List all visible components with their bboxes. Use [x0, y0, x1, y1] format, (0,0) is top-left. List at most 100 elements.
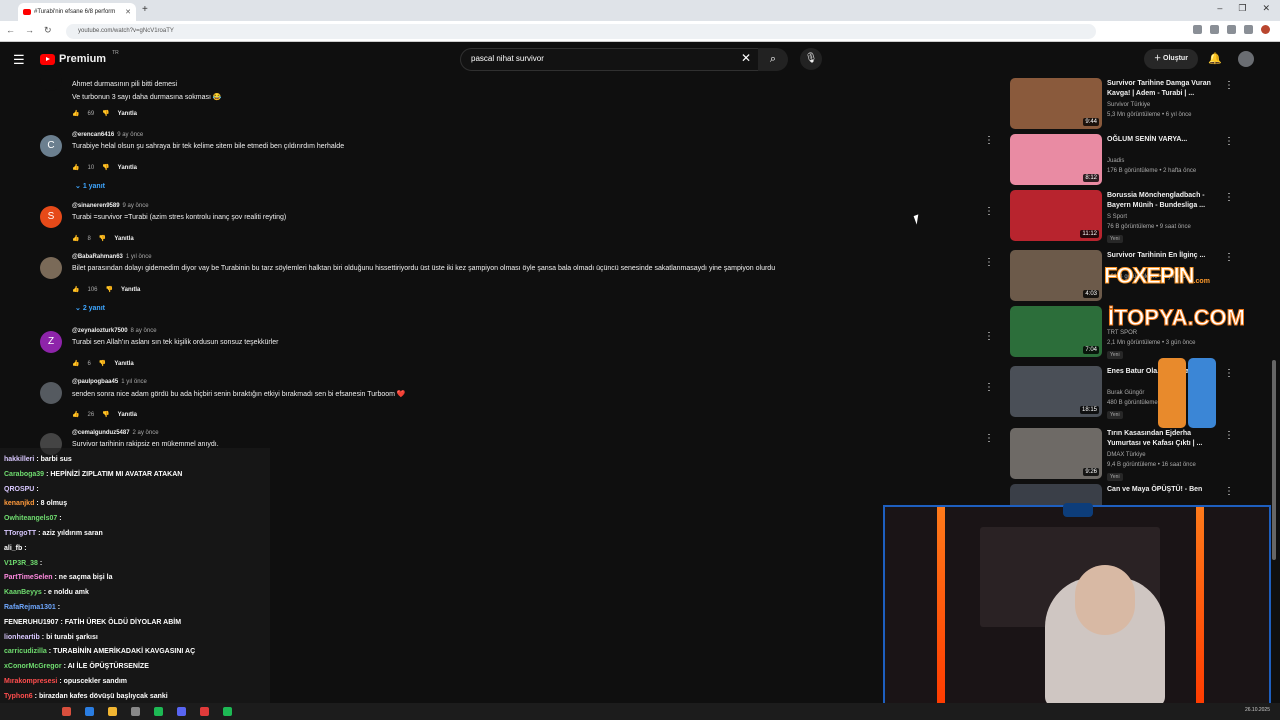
chat-username[interactable]: QROSPU	[4, 486, 34, 493]
back-icon[interactable]: ←	[6, 25, 15, 36]
scrollbar[interactable]	[1272, 360, 1276, 560]
more-options-icon[interactable]: ⋮	[984, 382, 994, 393]
comment-avatar[interactable]: S	[40, 206, 62, 228]
more-options-icon[interactable]: ⋮	[984, 135, 994, 146]
chat-username[interactable]: xConorMcGregor	[4, 663, 62, 670]
video-options-icon[interactable]: ⋮	[1224, 192, 1234, 203]
video-options-icon[interactable]: ⋮	[1224, 368, 1234, 379]
app-icon[interactable]	[131, 707, 140, 716]
app-icon[interactable]	[177, 707, 186, 716]
chat-username[interactable]: kenanjkd	[4, 500, 34, 507]
comment-time[interactable]: 2 ay önce	[133, 430, 159, 436]
profile-icon[interactable]	[1261, 25, 1270, 34]
more-options-icon[interactable]: ⋮	[984, 331, 994, 342]
comment-time[interactable]: 9 ay önce	[117, 132, 143, 138]
comment-author[interactable]: @paulpogbaa45	[72, 379, 118, 385]
reply-button[interactable]: Yanıtla	[121, 287, 140, 293]
forward-icon[interactable]: →	[25, 25, 34, 36]
notifications-bell-icon[interactable]: 🔔	[1208, 52, 1222, 65]
chat-username[interactable]: Mırakompresesi	[4, 678, 57, 685]
app-icon[interactable]	[223, 707, 232, 716]
extension-icon[interactable]	[1193, 25, 1202, 34]
close-tab-icon[interactable]: ✕	[125, 8, 131, 16]
comment-author[interactable]: @BabaRahman63	[72, 254, 123, 260]
video-thumbnail[interactable]: 8:12	[1010, 134, 1102, 185]
video-channel[interactable]: Survivor Türkiye	[1107, 102, 1150, 108]
chat-username[interactable]: TTorgoTT	[4, 530, 36, 537]
video-title[interactable]: Survivor Tarihine Damga Vuran Kavga! | A…	[1107, 79, 1217, 99]
reply-button[interactable]: Yanıtla	[114, 361, 133, 367]
new-tab-icon[interactable]: +	[142, 4, 148, 15]
app-icon[interactable]	[108, 707, 117, 716]
maximize-icon[interactable]: ❐	[1238, 3, 1246, 14]
account-avatar[interactable]	[1238, 51, 1254, 67]
comment-time[interactable]: 8 ay önce	[131, 328, 157, 334]
reply-button[interactable]: Yanıtla	[114, 236, 133, 242]
comment-avatar[interactable]: C	[40, 135, 62, 157]
app-icon[interactable]	[62, 707, 71, 716]
chat-username[interactable]: PartTimeSelen	[4, 574, 53, 581]
extension-icon[interactable]	[1227, 25, 1236, 34]
chat-username[interactable]: hakkilleri	[4, 456, 34, 463]
like-icon[interactable]: 👍	[72, 411, 79, 418]
close-window-icon[interactable]: ✕	[1262, 3, 1270, 14]
video-card[interactable]: 11:12 Borussia Mönchengladbach - Bayern M…	[1010, 190, 1240, 243]
like-icon[interactable]: 👍	[72, 360, 79, 367]
comment-time[interactable]: 9 ay önce	[123, 203, 149, 209]
comment-avatar[interactable]	[40, 69, 62, 91]
youtube-logo[interactable]: Premium TR	[40, 50, 119, 65]
dislike-icon[interactable]: 👎	[99, 360, 106, 367]
dislike-icon[interactable]: 👎	[102, 411, 109, 418]
more-options-icon[interactable]: ⋮	[984, 206, 994, 217]
video-channel[interactable]: Burak Güngör	[1107, 390, 1144, 396]
video-thumbnail[interactable]: 4:03	[1010, 250, 1102, 301]
video-card[interactable]: 9:44 Survivor Tarihine Damga Vuran Kavga!…	[1010, 78, 1240, 130]
chat-username[interactable]: carricudizilla	[4, 648, 47, 655]
comment-avatar[interactable]	[40, 257, 62, 279]
chat-username[interactable]: Typhon6	[4, 693, 33, 700]
video-thumbnail[interactable]: 18:15	[1010, 366, 1102, 417]
video-options-icon[interactable]: ⋮	[1224, 80, 1234, 91]
reply-button[interactable]: Yanıtla	[118, 412, 137, 418]
comment-avatar[interactable]	[40, 382, 62, 404]
like-icon[interactable]: 👍	[72, 164, 79, 171]
comment-author[interactable]: @erencan6416	[72, 132, 114, 138]
like-icon[interactable]: 👍	[72, 110, 79, 117]
video-card[interactable]: 8:12 OĞLUM SENİN VARYA... Juadis 176 B görü…	[1010, 134, 1240, 186]
dislike-icon[interactable]: 👎	[102, 164, 109, 171]
video-title[interactable]: OĞLUM SENİN VARYA...	[1107, 135, 1217, 145]
chat-username[interactable]: Caraboga39	[4, 471, 44, 478]
comment-avatar[interactable]: Z	[40, 331, 62, 353]
video-channel[interactable]: S Sport	[1107, 214, 1127, 220]
like-icon[interactable]: 👍	[72, 235, 79, 242]
like-icon[interactable]: 👍	[72, 286, 79, 293]
video-thumbnail[interactable]: 11:12	[1010, 190, 1102, 241]
video-options-icon[interactable]: ⋮	[1224, 486, 1234, 497]
extension-icon[interactable]	[1210, 25, 1219, 34]
comment-time[interactable]: 1 yıl önce	[121, 379, 147, 385]
chat-username[interactable]: FENERUHU1907	[4, 619, 58, 626]
reply-button[interactable]: Yanıtla	[118, 111, 137, 117]
extension-icon[interactable]	[1244, 25, 1253, 34]
dislike-icon[interactable]: 👎	[99, 235, 106, 242]
video-channel[interactable]: DMAX Türkiye	[1107, 452, 1146, 458]
app-icon[interactable]	[200, 707, 209, 716]
create-button[interactable]: ＋ Oluştur	[1144, 49, 1198, 69]
video-options-icon[interactable]: ⋮	[1224, 430, 1234, 441]
video-thumbnail[interactable]: 9:26	[1010, 428, 1102, 479]
app-icon[interactable]	[85, 707, 94, 716]
browser-tab[interactable]: #Turabi'nin efsane 6/8 perform ✕	[18, 3, 136, 21]
reload-icon[interactable]: ↻	[44, 25, 52, 36]
video-title[interactable]: Can ve Maya ÖPÜŞTÜ! - Ben	[1107, 485, 1217, 495]
video-card[interactable]: 9:26 Tırın Kasasından Ejderha Yumurtası v…	[1010, 428, 1240, 481]
chat-username[interactable]: ali_fb	[4, 545, 22, 552]
comment-author[interactable]: @zeynalozturk7500	[72, 328, 128, 334]
more-options-icon[interactable]: ⋮	[984, 433, 994, 444]
video-thumbnail[interactable]: 9:44	[1010, 78, 1102, 129]
video-channel[interactable]: Juadis	[1107, 158, 1124, 164]
chat-username[interactable]: lionheartib	[4, 634, 40, 641]
app-icon[interactable]	[154, 707, 163, 716]
replies-toggle[interactable]: ⌄ 1 yanıt	[75, 182, 105, 190]
video-thumbnail[interactable]: 7:04	[1010, 306, 1102, 357]
more-options-icon[interactable]: ⋮	[984, 257, 994, 268]
